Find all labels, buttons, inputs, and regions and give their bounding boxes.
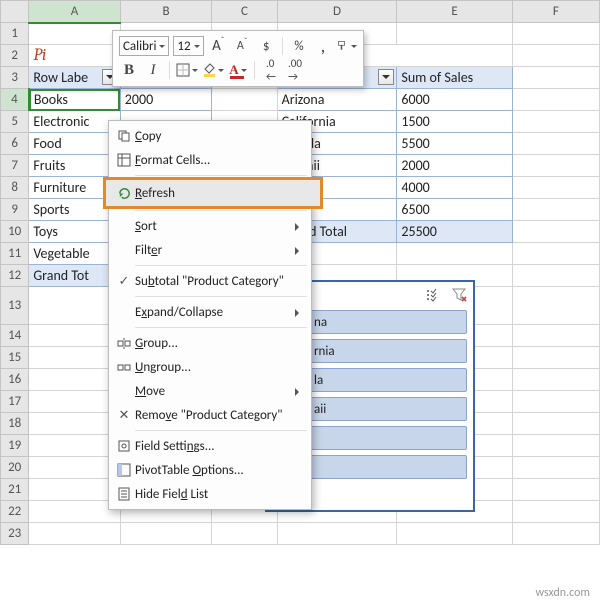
select-all-corner[interactable] — [1, 1, 29, 23]
row-header[interactable]: 6 — [1, 133, 29, 155]
format-cells-icon — [113, 153, 135, 167]
mini-toolbar: Calibri 12 Aˆ Aˇ $ % , B I A .0← .00→ — [112, 30, 364, 87]
row-header[interactable]: 12 — [1, 265, 29, 287]
pivot1-title: Pi — [29, 45, 120, 67]
increase-font-icon[interactable]: Aˆ — [208, 36, 228, 56]
row-header[interactable]: 4 — [1, 89, 29, 111]
cell[interactable]: 6000 — [397, 89, 512, 111]
row-header[interactable]: 1 — [1, 23, 29, 45]
cell[interactable]: 1500 — [397, 111, 512, 133]
decrease-decimal-icon[interactable]: .0← — [261, 60, 281, 80]
menu-remove[interactable]: ✕ Remove "Product Category" — [109, 403, 311, 427]
menu-expand-collapse[interactable]: Expand/Collapse — [109, 300, 311, 324]
font-color-icon[interactable]: A — [228, 60, 248, 80]
menu-filter[interactable]: Filter — [109, 238, 311, 262]
row-header[interactable]: 14 — [1, 325, 29, 347]
row-header[interactable]: 20 — [1, 457, 29, 479]
menu-format-cells[interactable]: Format Cells... — [109, 148, 311, 172]
font-family-select[interactable]: Calibri — [119, 36, 169, 56]
clear-filter-icon[interactable] — [452, 288, 467, 302]
row-header[interactable]: 19 — [1, 435, 29, 457]
percent-format-icon[interactable]: % — [289, 36, 309, 56]
row-header[interactable]: 5 — [1, 111, 29, 133]
check-icon — [113, 274, 135, 289]
font-size-select[interactable]: 12 — [173, 36, 204, 56]
cell[interactable]: Fruits — [29, 155, 120, 177]
row-header[interactable]: 18 — [1, 413, 29, 435]
refresh-icon — [113, 186, 135, 201]
col-header-F[interactable]: F — [512, 1, 599, 23]
cell-B4[interactable]: 2000 — [120, 89, 211, 111]
cell[interactable]: Toys — [29, 221, 120, 243]
fill-color-icon[interactable] — [202, 60, 224, 80]
row-header[interactable]: 16 — [1, 369, 29, 391]
menu-ungroup[interactable]: Ungroup... — [109, 355, 311, 379]
watermark: wsxdn.com — [535, 586, 590, 600]
row-header[interactable]: 10 — [1, 221, 29, 243]
dropdown-icon[interactable] — [378, 69, 394, 85]
field-list-icon — [113, 487, 135, 501]
ungroup-icon — [113, 360, 135, 374]
menu-pivottable-options[interactable]: PivotTable Options... — [109, 458, 311, 482]
menu-group[interactable]: Group... — [109, 331, 311, 355]
cell[interactable]: 2000 — [397, 155, 512, 177]
cell[interactable]: 4000 — [397, 177, 512, 199]
remove-icon: ✕ — [113, 408, 135, 423]
comma-format-icon[interactable]: , — [313, 36, 333, 56]
row-header[interactable]: 3 — [1, 67, 29, 89]
menu-sort[interactable]: Sort — [109, 214, 311, 238]
pivot1-grand-total[interactable]: Grand Tot — [29, 265, 120, 287]
row-header[interactable]: 17 — [1, 391, 29, 413]
col-header-B[interactable]: B — [120, 1, 211, 23]
col-header-C[interactable]: C — [212, 1, 277, 23]
cell[interactable]: Vegetable — [29, 243, 120, 265]
cell[interactable]: Electronic — [29, 111, 120, 133]
cell[interactable]: 6500 — [397, 199, 512, 221]
row-header[interactable]: 2 — [1, 45, 29, 67]
row-header[interactable]: 9 — [1, 199, 29, 221]
menu-copy[interactable]: Copy — [109, 124, 311, 148]
col-header-D[interactable]: D — [277, 1, 397, 23]
field-settings-icon — [113, 439, 135, 453]
pivot-options-icon — [113, 463, 135, 477]
cell[interactable]: Food — [29, 133, 120, 155]
col-header-A[interactable]: A — [29, 1, 120, 23]
pivot1-row-labels-header[interactable]: Row Labe — [29, 67, 120, 89]
borders-icon[interactable] — [176, 60, 198, 80]
row-header[interactable]: 11 — [1, 243, 29, 265]
decrease-font-icon[interactable]: Aˇ — [232, 36, 252, 56]
pivot2-grand-total-value[interactable]: 25500 — [397, 221, 512, 243]
bold-button[interactable]: B — [119, 60, 139, 80]
row-header[interactable]: 13 — [1, 287, 29, 325]
pivot2-values-header: Sum of Sales — [397, 67, 512, 89]
row-header[interactable]: 22 — [1, 501, 29, 523]
menu-refresh[interactable]: Refresh — [105, 179, 321, 207]
multi-select-icon[interactable] — [426, 288, 442, 302]
cell[interactable]: Arizona — [277, 89, 397, 111]
cell[interactable]: 5500 — [397, 133, 512, 155]
accounting-format-icon[interactable]: $ — [256, 36, 276, 56]
row-header[interactable]: 21 — [1, 479, 29, 501]
format-painter-icon[interactable] — [337, 36, 357, 56]
row-header[interactable]: 7 — [1, 155, 29, 177]
italic-button[interactable]: I — [143, 60, 163, 80]
row-header[interactable]: 23 — [1, 523, 29, 545]
menu-hide-field-list[interactable]: Hide Field List — [109, 482, 311, 506]
group-icon — [113, 336, 135, 350]
cell-A4[interactable]: Books — [29, 89, 120, 111]
menu-field-settings[interactable]: Field Settings... — [109, 434, 311, 458]
col-header-E[interactable]: E — [397, 1, 512, 23]
menu-subtotal[interactable]: Subtotal "Product Category" — [109, 269, 311, 293]
menu-move[interactable]: Move — [109, 379, 311, 403]
increase-decimal-icon[interactable]: .00→ — [285, 60, 305, 80]
row-header[interactable]: 8 — [1, 177, 29, 199]
context-menu: Copy Format Cells... Refresh Sort Filter… — [108, 120, 312, 510]
row-header[interactable]: 15 — [1, 347, 29, 369]
copy-icon — [113, 129, 135, 143]
